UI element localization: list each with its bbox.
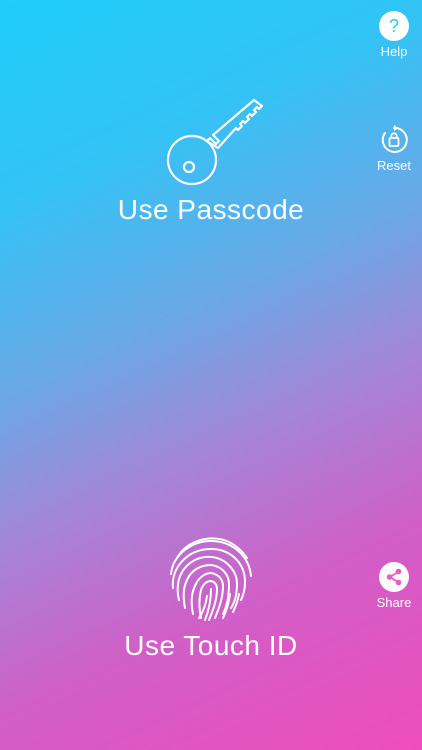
use-touch-id-button[interactable]: Use Touch ID — [0, 528, 422, 662]
help-button[interactable]: ? Help — [366, 11, 422, 59]
help-label: Help — [380, 44, 408, 59]
use-passcode-label: Use Passcode — [117, 194, 305, 225]
help-icon: ? — [379, 11, 409, 41]
use-touch-id-label: Use Touch ID — [124, 630, 298, 661]
use-passcode-button[interactable]: Use Passcode — [0, 92, 422, 226]
fingerprint-icon — [170, 537, 252, 621]
svg-text:?: ? — [389, 16, 399, 36]
key-icon — [166, 98, 264, 186]
